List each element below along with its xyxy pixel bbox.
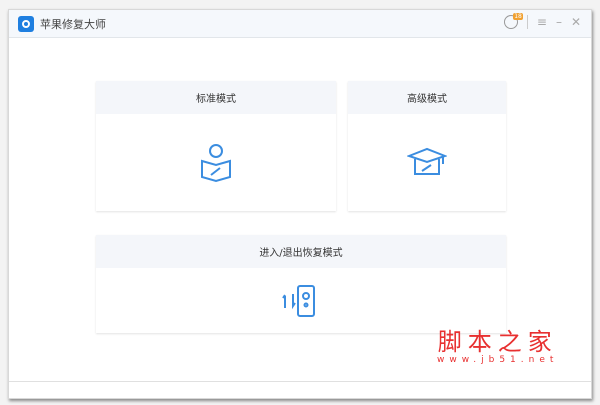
advanced-mode-card[interactable]: 高级模式: [348, 81, 506, 211]
standard-mode-icon: [96, 114, 336, 211]
advanced-mode-label: 高级模式: [348, 81, 506, 114]
watermark: 脚本之家 www.jb51.net: [437, 322, 558, 365]
watermark-url: www.jb51.net: [437, 355, 559, 365]
standard-mode-card[interactable]: 标准模式: [96, 81, 336, 211]
user-account-icon[interactable]: 18: [503, 13, 523, 29]
app-logo-icon: [18, 15, 34, 32]
app-title: 苹果修复大师: [40, 17, 106, 31]
standard-mode-label: 标准模式: [96, 81, 336, 114]
menu-icon[interactable]: ≡: [537, 15, 547, 29]
footer-divider: [9, 381, 591, 382]
title-bar: 苹果修复大师 18 ≡ – ✕: [9, 10, 591, 38]
recovery-mode-card[interactable]: 进入/退出恢复模式: [96, 235, 506, 333]
divider: [526, 15, 528, 29]
notification-badge: 18: [513, 13, 523, 20]
close-icon[interactable]: ✕: [571, 15, 581, 29]
minimize-icon[interactable]: –: [556, 15, 562, 29]
recovery-mode-label: 进入/退出恢复模式: [96, 235, 506, 268]
watermark-title: 脚本之家: [437, 328, 558, 356]
graduation-cap-icon: [348, 114, 506, 211]
